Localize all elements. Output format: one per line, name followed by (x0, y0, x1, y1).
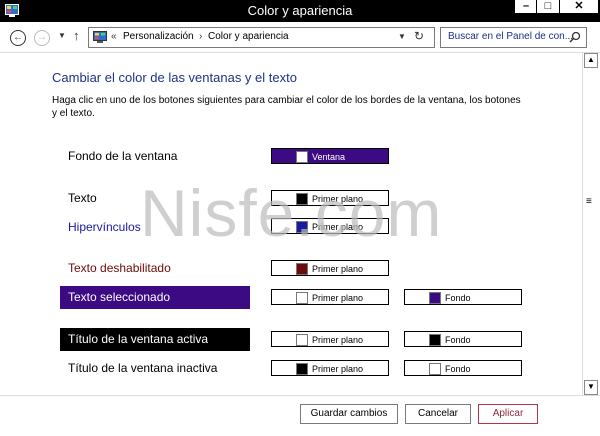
footer-bar: Guardar cambios Cancelar Aplicar (0, 395, 600, 432)
minimize-button[interactable]: – (514, 0, 538, 14)
scroll-down-button[interactable]: ▼ (584, 380, 598, 395)
texto-seleccionado-foreground-button[interactable]: Primer plano (271, 289, 389, 305)
address-bar[interactable]: « Personalización › Color y apariencia ▼… (88, 27, 435, 48)
forward-button[interactable]: → (34, 30, 50, 46)
hipervinculos-foreground-button[interactable]: Primer plano (271, 218, 389, 234)
color-swatch (296, 221, 308, 233)
color-button-label: Fondo (445, 364, 471, 374)
titulo-inactiva-background-button[interactable]: Fondo (404, 360, 522, 376)
color-swatch (429, 334, 441, 346)
color-button-label: Primer plano (312, 264, 364, 274)
color-button-label: Fondo (445, 293, 471, 303)
label-texto-deshabilitado: Texto deshabilitado (68, 261, 171, 275)
color-swatch (296, 193, 308, 205)
refresh-icon[interactable]: ↻ (414, 29, 424, 43)
color-button-label: Primer plano (312, 194, 364, 204)
close-button[interactable]: ✕ (559, 0, 599, 14)
texto-seleccionado-background-button[interactable]: Fondo (404, 289, 522, 305)
apply-button[interactable]: Aplicar (478, 404, 538, 424)
label-texto: Texto (68, 191, 97, 205)
label-hipervinculos: Hipervínculos (68, 220, 141, 234)
content-area: Cambiar el color de las ventanas y el te… (0, 53, 582, 395)
color-swatch (429, 292, 441, 304)
color-button-label: Primer plano (312, 364, 364, 374)
navigation-bar: ← → ▼ ↑ « Personalización › Color y apar… (0, 22, 600, 53)
cancel-button[interactable]: Cancelar (405, 404, 471, 424)
titulo-activa-foreground-button[interactable]: Primer plano (271, 331, 389, 347)
color-swatch (296, 151, 308, 163)
color-swatch (296, 334, 308, 346)
fondo-ventana-color-button[interactable]: Ventana (271, 148, 389, 164)
title-bar: Color y apariencia – □ ✕ (0, 0, 600, 22)
label-titulo-inactiva: Título de la ventana inactiva (68, 361, 218, 375)
vertical-scrollbar[interactable]: ▲ ≡ ▼ (582, 53, 598, 395)
color-swatch (296, 363, 308, 375)
window: Color y apariencia – □ ✕ ← → ▼ ↑ « Perso… (0, 0, 600, 436)
scroll-up-button[interactable]: ▲ (584, 53, 598, 68)
search-input[interactable]: Buscar en el Panel de con... (440, 27, 587, 48)
label-fondo-ventana: Fondo de la ventana (68, 149, 178, 163)
color-button-label: Primer plano (312, 293, 364, 303)
control-panel-icon (93, 31, 107, 43)
back-button[interactable]: ← (10, 30, 26, 46)
maximize-button[interactable]: □ (536, 0, 560, 14)
save-changes-button[interactable]: Guardar cambios (300, 404, 398, 424)
breadcrumb-separator[interactable]: › (199, 31, 202, 42)
label-titulo-activa: Título de la ventana activa (60, 328, 250, 351)
titulo-inactiva-foreground-button[interactable]: Primer plano (271, 360, 389, 376)
color-button-label: Fondo (445, 335, 471, 345)
color-button-label: Primer plano (312, 222, 364, 232)
texto-foreground-button[interactable]: Primer plano (271, 190, 389, 206)
titulo-activa-background-button[interactable]: Fondo (404, 331, 522, 347)
page-description: Haga clic en uno de los botones siguient… (52, 95, 521, 119)
color-swatch (429, 363, 441, 375)
color-swatch (296, 292, 308, 304)
breadcrumb-overflow-chevron[interactable]: « (111, 31, 117, 42)
color-button-label: Ventana (312, 152, 346, 162)
breadcrumb-personalizacion[interactable]: Personalización (123, 31, 194, 42)
search-icon[interactable] (569, 31, 581, 43)
up-button[interactable]: ↑ (73, 28, 80, 43)
label-texto-seleccionado: Texto seleccionado (60, 286, 250, 309)
texto-deshabilitado-foreground-button[interactable]: Primer plano (271, 260, 389, 276)
recent-locations-dropdown-icon[interactable]: ▼ (58, 31, 66, 40)
color-swatch (296, 263, 308, 275)
page-heading: Cambiar el color de las ventanas y el te… (52, 70, 297, 85)
color-button-label: Primer plano (312, 335, 364, 345)
search-placeholder: Buscar en el Panel de con... (448, 31, 574, 42)
chevron-down-icon[interactable]: ▼ (398, 32, 406, 41)
scroll-thumb-grip-icon[interactable]: ≡ (586, 197, 592, 207)
breadcrumb-color-apariencia[interactable]: Color y apariencia (208, 31, 289, 42)
window-title: Color y apariencia (247, 3, 353, 18)
